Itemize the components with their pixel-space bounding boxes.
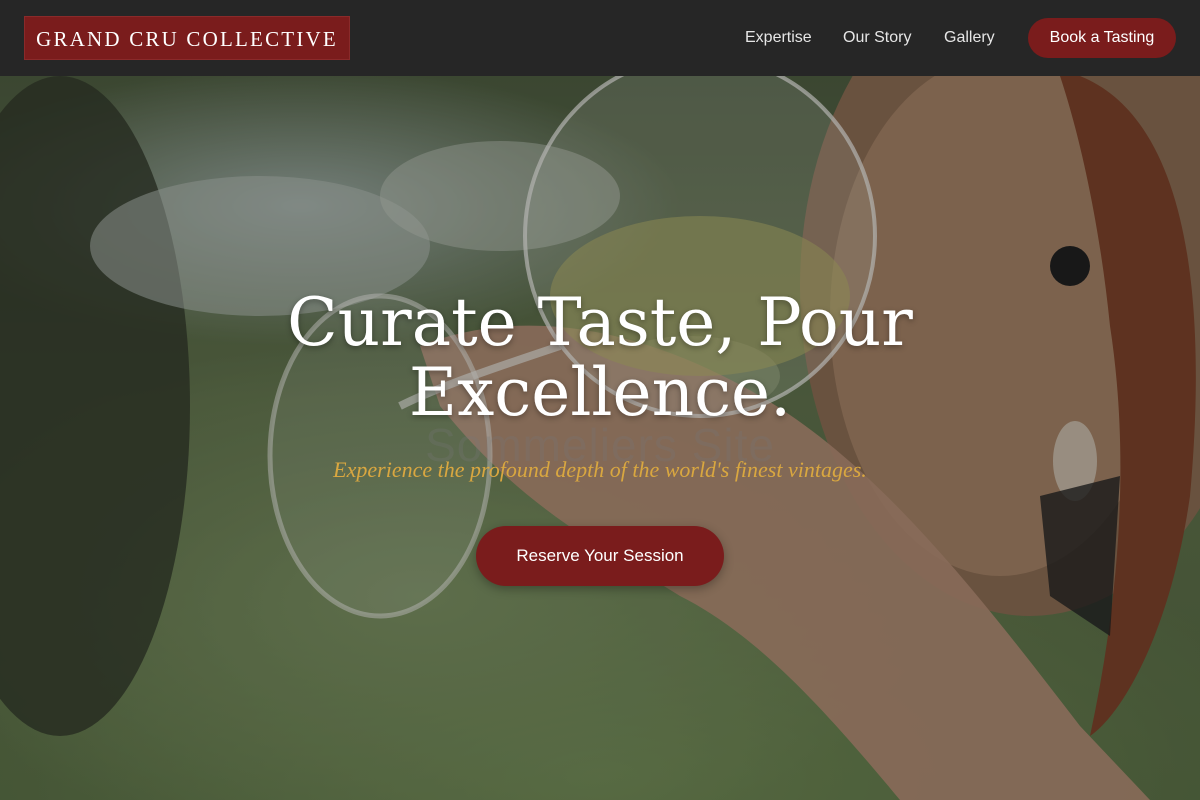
book-tasting-button[interactable]: Book a Tasting <box>1028 18 1176 58</box>
reserve-session-button[interactable]: Reserve Your Session <box>476 526 724 586</box>
hero-content: Sommeliers Site Curate Taste, Pour Excel… <box>0 76 1200 800</box>
hero-title: Curate Taste, Pour Excellence. <box>287 284 913 431</box>
hero-subtitle: Experience the profound depth of the wor… <box>333 457 867 482</box>
landing-page: GRAND CRU COLLECTIVE Expertise Our Story… <box>0 0 1200 800</box>
site-header: GRAND CRU COLLECTIVE Expertise Our Story… <box>0 0 1200 76</box>
nav-link-gallery[interactable]: Gallery <box>944 28 995 48</box>
nav-link-expertise[interactable]: Expertise <box>745 28 812 48</box>
nav-link-our-story[interactable]: Our Story <box>843 28 911 48</box>
brand-logo[interactable]: GRAND CRU COLLECTIVE <box>24 16 350 60</box>
